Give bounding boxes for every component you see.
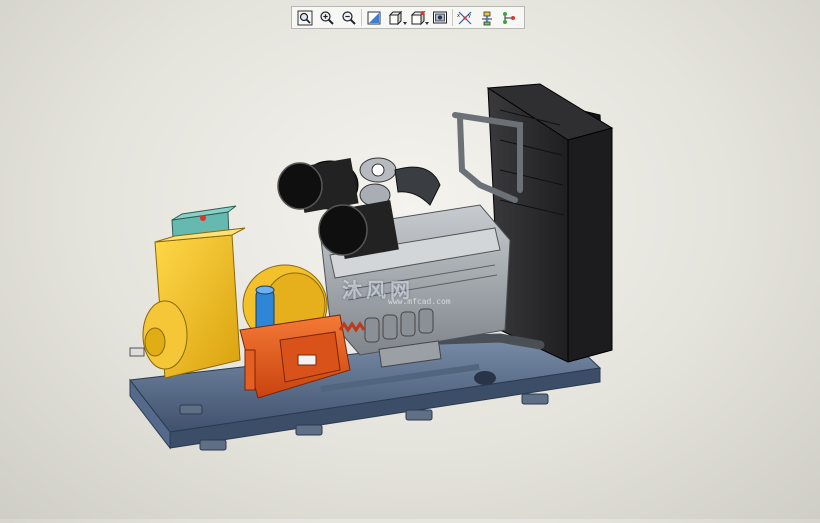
snapshot-button[interactable] <box>429 8 451 27</box>
toolbar-separator <box>361 9 362 26</box>
saved-views-icon <box>410 10 426 25</box>
annotation-display-button[interactable] <box>498 8 520 27</box>
saved-views-button[interactable] <box>407 8 429 27</box>
display-style-icon <box>388 10 403 25</box>
datum-display-icon: x y <box>457 11 472 24</box>
model-viewport[interactable]: 沐风网 www.mfcad.com <box>0 32 820 519</box>
svg-text:y: y <box>468 13 471 19</box>
zoom-in-icon <box>320 10 334 25</box>
toolbar-separator <box>452 9 453 26</box>
svg-text:x: x <box>457 13 460 19</box>
annotation-display-icon <box>503 11 515 24</box>
zoom-out-button[interactable] <box>338 8 360 27</box>
watermark-url: www.mfcad.com <box>388 297 451 306</box>
refit-icon <box>367 11 381 24</box>
display-style-button[interactable] <box>385 8 407 27</box>
zoom-in-button[interactable] <box>316 8 338 27</box>
air-filter-lower <box>318 200 399 259</box>
zoom-out-icon <box>342 10 356 25</box>
alternator <box>129 227 246 379</box>
spin-center-button[interactable] <box>476 8 498 27</box>
snapshot-icon <box>433 11 447 23</box>
zoom-fit-button[interactable] <box>294 8 316 27</box>
refit-button[interactable] <box>363 8 385 27</box>
turbocharger <box>359 157 441 207</box>
zoom-fit-icon <box>297 10 313 25</box>
datum-display-button[interactable]: x y <box>454 8 476 27</box>
spin-center-icon <box>482 11 492 25</box>
view-toolbar: x y <box>291 6 525 29</box>
